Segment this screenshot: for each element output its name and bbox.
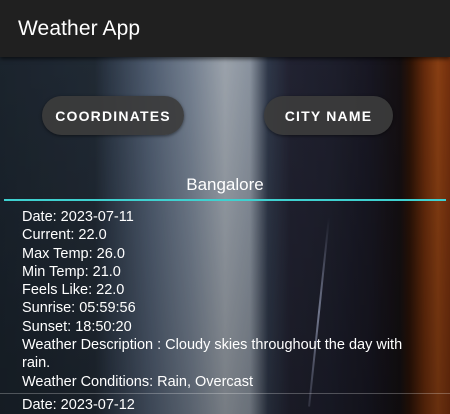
city-input[interactable]: Bangalore xyxy=(4,169,446,201)
city-input-underline xyxy=(4,199,446,201)
forecast-item: Date: 2023-07-11 Current: 22.0 Max Temp:… xyxy=(22,208,432,391)
forecast-date: Date: 2023-07-11 xyxy=(22,209,134,225)
coordinates-button[interactable]: COORDINATES xyxy=(42,96,184,135)
city-input-value: Bangalore xyxy=(186,175,264,194)
forecast-date: Date: 2023-07-12 xyxy=(22,396,135,413)
forecast-description: Weather Description : Cloudy skies throu… xyxy=(22,337,403,372)
main-content[interactable]: COORDINATES CITY NAME Bangalore Date: 20… xyxy=(0,57,450,414)
city-name-button[interactable]: CITY NAME xyxy=(264,96,393,135)
forecast-current: Current: 22.0 xyxy=(22,227,107,244)
forecast-item: Date: 2023-07-12 xyxy=(22,396,432,414)
forecast-feels-like: Feels Like: 22.0 xyxy=(22,282,125,299)
app-title: Weather App xyxy=(18,16,141,40)
app-bar: Weather App xyxy=(0,0,450,57)
forecast-sunset: Sunset: 18:50:20 xyxy=(22,318,132,335)
forecast-min-temp: Min Temp: 21.0 xyxy=(22,263,121,280)
forecast-list[interactable]: Date: 2023-07-11 Current: 22.0 Max Temp:… xyxy=(0,208,450,414)
forecast-divider xyxy=(0,392,450,394)
forecast-conditions: Weather Conditions: Rain, Overcast xyxy=(22,373,254,390)
forecast-max-temp: Max Temp: 26.0 xyxy=(22,245,125,262)
forecast-sunrise: Sunrise: 05:59:56 xyxy=(22,300,136,317)
